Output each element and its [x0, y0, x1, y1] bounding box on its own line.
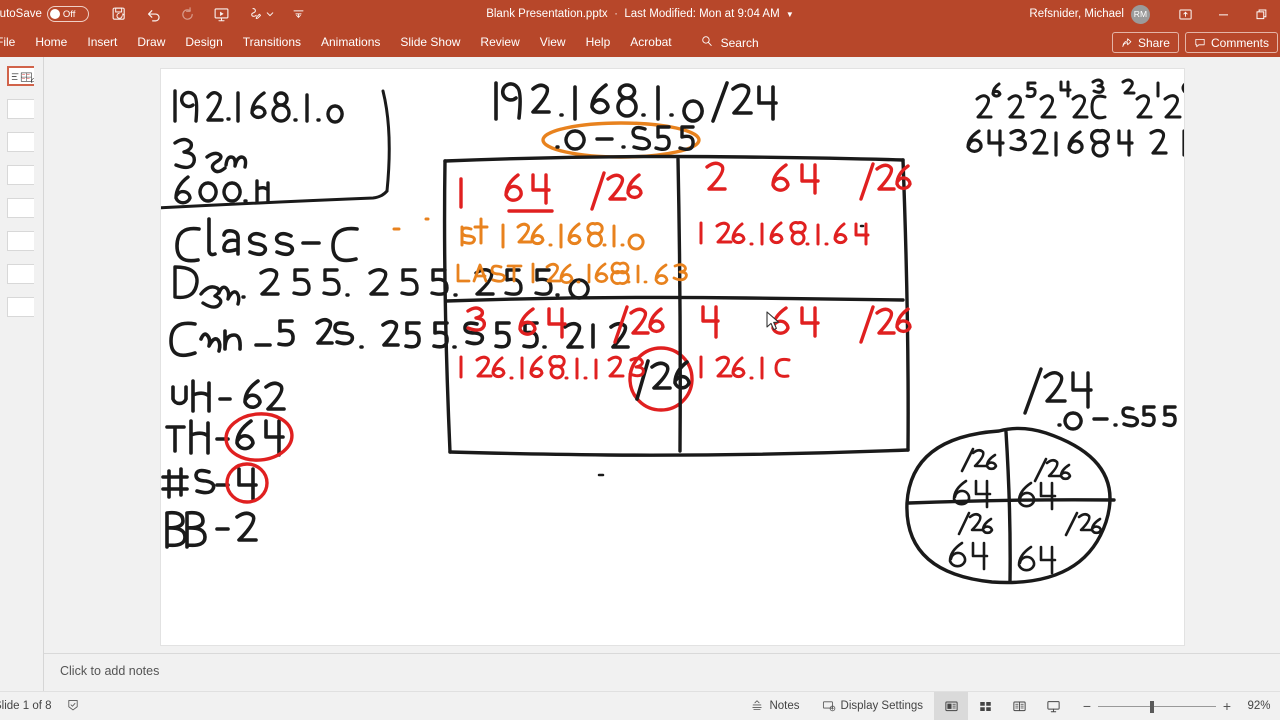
tab-view[interactable]: View — [530, 28, 576, 57]
search-icon — [700, 34, 714, 51]
autosave-label: AutoSave — [0, 8, 42, 20]
status-bar: Slide 1 of 8 Notes Display Settings — [0, 691, 1280, 720]
tab-help[interactable]: Help — [576, 28, 621, 57]
tab-home[interactable]: Home — [25, 28, 77, 57]
tab-animations[interactable]: Animations — [311, 28, 390, 57]
autosave-toggle-knob — [49, 9, 60, 19]
slide-stage — [44, 57, 1271, 653]
slide-thumbnail-7[interactable] — [6, 264, 37, 284]
display-settings-icon — [822, 701, 835, 712]
slide-thumbnail-2[interactable] — [6, 99, 37, 119]
status-right: Notes Display Settings − + 92% — [739, 691, 1280, 720]
zoom-slider-track — [1098, 705, 1216, 707]
avatar[interactable]: RM — [1131, 4, 1150, 24]
ink-annotations — [161, 78, 1184, 585]
slide-sorter-view-button[interactable] — [968, 692, 1002, 720]
slide-indicator[interactable]: Slide 1 of 8 — [0, 700, 52, 712]
restore-icon[interactable] — [1242, 0, 1280, 28]
normal-view-icon — [944, 701, 958, 711]
redo-icon[interactable] — [179, 6, 196, 23]
zoom-slider-thumb[interactable] — [1150, 700, 1154, 713]
account-name[interactable]: Refsnider, Michael — [1029, 8, 1124, 20]
ribbon-tabs: File Home Insert Draw Design Transitions… — [0, 28, 682, 57]
autosave-state-label: Off — [62, 8, 76, 20]
notes-button-label: Notes — [769, 700, 800, 712]
tab-file[interactable]: File — [0, 28, 25, 57]
slide-thumbnail-4[interactable] — [6, 165, 37, 185]
title-bar-right: Refsnider, Michael RM — [1029, 0, 1280, 28]
last-modified-label[interactable]: Last Modified: Mon at 9:04 AM — [624, 8, 779, 20]
notes-placeholder[interactable]: Click to add notes — [60, 664, 159, 678]
tab-draw[interactable]: Draw — [127, 28, 175, 57]
tab-transitions[interactable]: Transitions — [233, 28, 311, 57]
zoom-control: − + 92% — [1070, 692, 1280, 720]
thumbnail-scrollbar[interactable] — [34, 57, 43, 691]
zoom-out-button[interactable]: − — [1076, 698, 1098, 714]
zoom-in-button[interactable]: + — [1216, 698, 1238, 714]
powerpoint-window: AutoSave Off — [0, 0, 1280, 720]
autosave-toggle[interactable]: Off — [46, 6, 89, 22]
share-icon — [1122, 37, 1132, 47]
slide-canvas[interactable] — [160, 68, 1185, 646]
search-input[interactable]: Search — [700, 34, 759, 51]
slide-thumbnail-panel[interactable] — [0, 57, 44, 691]
slide-sorter-icon — [979, 701, 991, 711]
tab-insert[interactable]: Insert — [77, 28, 127, 57]
share-button[interactable]: Share — [1111, 32, 1179, 53]
workspace: Click to add notes — [0, 57, 1280, 691]
comment-icon — [1195, 38, 1205, 47]
slide-thumbnail-preview — [10, 69, 34, 83]
search-placeholder: Search — [720, 35, 759, 50]
ink-pen-icon[interactable] — [247, 6, 274, 23]
slide-thumbnail-8[interactable] — [6, 297, 37, 317]
slide-thumbnail-6[interactable] — [6, 231, 37, 251]
ribbon-actions: Share Comments — [1111, 32, 1280, 53]
normal-view-button[interactable] — [934, 691, 968, 720]
document-title[interactable]: Blank Presentation.pptx — [486, 8, 607, 20]
slide-thumbnail-5[interactable] — [6, 198, 37, 218]
notes-icon — [752, 700, 763, 710]
ribbon-display-options-icon[interactable] — [1166, 0, 1204, 28]
comments-button[interactable]: Comments — [1184, 32, 1278, 53]
slide-thumbnail-1[interactable] — [6, 66, 37, 86]
quick-access-toolbar — [111, 6, 308, 23]
accessibility-checker-icon[interactable] — [66, 698, 80, 715]
reading-view-icon — [1012, 701, 1026, 711]
zoom-level-label[interactable]: 92% — [1238, 700, 1280, 712]
ribbon-tab-bar: File Home Insert Draw Design Transitions… — [0, 28, 1280, 57]
zoom-slider[interactable] — [1098, 692, 1216, 720]
notes-button[interactable]: Notes — [739, 692, 810, 720]
slide-thumbnail-3[interactable] — [6, 132, 37, 152]
slide-show-view-button[interactable] — [1036, 692, 1070, 720]
tab-design[interactable]: Design — [175, 28, 232, 57]
customize-quick-access-icon[interactable] — [291, 6, 308, 23]
slide-show-icon — [1046, 700, 1060, 712]
start-presentation-icon[interactable] — [213, 6, 230, 23]
tab-acrobat[interactable]: Acrobat — [620, 28, 681, 57]
tab-review[interactable]: Review — [470, 28, 529, 57]
minimize-icon[interactable] — [1204, 0, 1242, 28]
display-settings-label: Display Settings — [840, 700, 923, 712]
title-bar: AutoSave Off — [0, 0, 1280, 28]
chevron-down-icon[interactable]: ▼ — [786, 10, 794, 19]
autosave-control[interactable]: AutoSave Off — [0, 6, 89, 22]
share-label: Share — [1137, 35, 1170, 50]
tab-slide-show[interactable]: Slide Show — [390, 28, 470, 57]
notes-pane[interactable]: Click to add notes — [44, 653, 1280, 691]
status-left: Slide 1 of 8 — [0, 698, 80, 715]
display-settings-button[interactable]: Display Settings — [811, 692, 934, 720]
comments-label: Comments — [1210, 35, 1269, 50]
save-icon[interactable] — [111, 6, 128, 23]
reading-view-button[interactable] — [1002, 692, 1036, 720]
undo-icon[interactable] — [145, 6, 162, 23]
